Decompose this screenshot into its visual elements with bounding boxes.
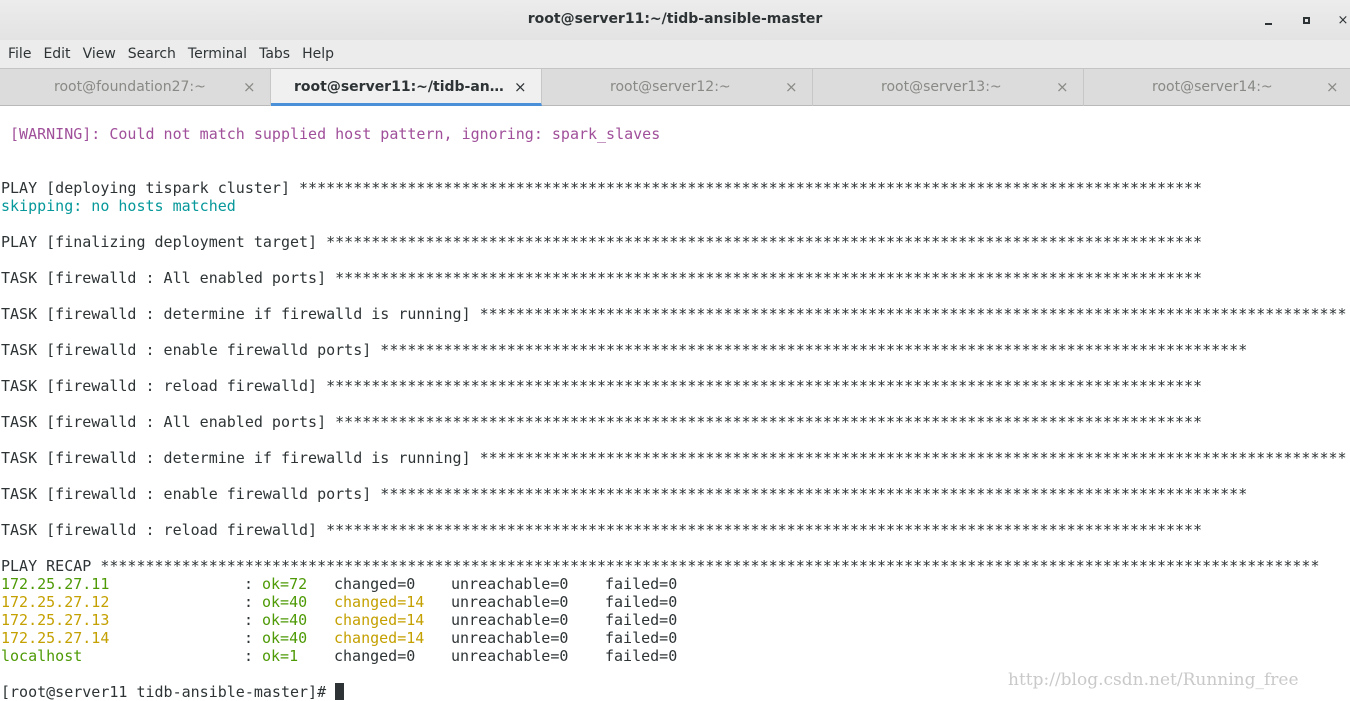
close-tab-icon[interactable]: × [1326, 78, 1339, 96]
recap-changed: changed=14 [334, 611, 425, 629]
recap-host: 172.25.27.11 [1, 575, 110, 593]
minimize-button[interactable] [1258, 10, 1278, 30]
recap-changed: changed=0 [334, 575, 416, 593]
recap-unreachable: unreachable=0 [451, 575, 569, 593]
menu-view[interactable]: View [77, 40, 122, 68]
menu-help[interactable]: Help [296, 40, 340, 68]
tab-bar: root@foundation27:~ × root@server11:~/ti… [0, 68, 1350, 106]
recap-host: 172.25.27.12 [1, 593, 110, 611]
task-line: TASK [firewalld : determine if firewalld… [1, 305, 1347, 323]
close-icon: × [1337, 12, 1349, 28]
menu-tabs[interactable]: Tabs [253, 40, 296, 68]
recap-failed: failed=0 [605, 647, 678, 665]
skipping-line: skipping: no hosts matched [1, 197, 236, 215]
recap-sep: : [244, 593, 263, 611]
recap-header: PLAY RECAP *****************************… [1, 557, 1320, 575]
recap-unreachable: unreachable=0 [451, 647, 569, 665]
recap-ok: ok=40 [262, 611, 308, 629]
shell-prompt-line[interactable]: [root@server11 tidb-ansible-master]# [1, 683, 345, 701]
play-line: PLAY [deploying tispark cluster] *******… [1, 179, 1203, 197]
recap-sep: : [244, 629, 263, 647]
maximize-icon [1302, 16, 1310, 24]
recap-host: 172.25.27.14 [1, 629, 110, 647]
tab-label: root@foundation27:~ [54, 79, 206, 95]
text-cursor [335, 683, 345, 700]
menu-search[interactable]: Search [122, 40, 182, 68]
tab-server11[interactable]: root@server11:~/tidb-ansibl… × [271, 69, 542, 106]
recap-host: 172.25.27.13 [1, 611, 110, 629]
tab-label: root@server11:~/tidb-ansibl… [294, 79, 506, 95]
menu-edit[interactable]: Edit [37, 40, 76, 68]
recap-failed: failed=0 [605, 611, 678, 629]
tab-label: root@server14:~ [1152, 79, 1273, 95]
tab-foundation27[interactable]: root@foundation27:~ × [0, 69, 271, 106]
close-tab-icon[interactable]: × [514, 78, 527, 96]
tab-label: root@server12:~ [610, 79, 731, 95]
recap-changed: changed=14 [334, 629, 425, 647]
close-window-button[interactable]: × [1333, 10, 1350, 30]
recap-failed: failed=0 [605, 593, 678, 611]
recap-failed: failed=0 [605, 575, 678, 593]
minimize-icon [1264, 23, 1272, 25]
task-line: TASK [firewalld : reload firewalld] ****… [1, 377, 1203, 395]
close-tab-icon[interactable]: × [785, 78, 798, 96]
recap-unreachable: unreachable=0 [451, 611, 569, 629]
task-line: TASK [firewalld : enable firewalld ports… [1, 485, 1248, 503]
recap-ok: ok=1 [262, 647, 299, 665]
task-line: TASK [firewalld : reload firewalld] ****… [1, 521, 1203, 539]
close-tab-icon[interactable]: × [1056, 78, 1069, 96]
watermark: http://blog.csdn.net/Running_free [1008, 670, 1299, 690]
warning-line: [WARNING]: Could not match supplied host… [1, 125, 661, 143]
task-line: TASK [firewalld : All enabled ports] ***… [1, 269, 1203, 287]
task-line: TASK [firewalld : determine if firewalld… [1, 449, 1347, 467]
tab-server12[interactable]: root@server12:~ × [542, 69, 813, 106]
window-title: root@server11:~/tidb-ansible-master [527, 11, 823, 27]
menu-terminal[interactable]: Terminal [182, 40, 253, 68]
close-tab-icon[interactable]: × [243, 78, 256, 96]
tab-server13[interactable]: root@server13:~ × [813, 69, 1084, 106]
menu-bar: File Edit View Search Terminal Tabs Help [0, 40, 1350, 68]
window-titlebar[interactable]: root@server11:~/tidb-ansible-master × [0, 0, 1350, 40]
recap-ok: ok=40 [262, 593, 308, 611]
recap-unreachable: unreachable=0 [451, 593, 569, 611]
menu-file[interactable]: File [2, 40, 37, 68]
recap-changed: changed=0 [334, 647, 416, 665]
recap-sep: : [244, 647, 263, 665]
recap-host: localhost [1, 647, 83, 665]
terminal-area[interactable]: [WARNING]: Could not match supplied host… [0, 106, 1350, 701]
task-line: TASK [firewalld : All enabled ports] ***… [1, 413, 1203, 431]
tab-label: root@server13:~ [881, 79, 1002, 95]
recap-sep: : [244, 611, 263, 629]
maximize-button[interactable] [1296, 10, 1316, 30]
shell-prompt: [root@server11 tidb-ansible-master]# [1, 683, 336, 701]
recap-ok: ok=40 [262, 629, 308, 647]
play-line: PLAY [finalizing deployment target] ****… [1, 233, 1203, 251]
recap-failed: failed=0 [605, 629, 678, 647]
recap-sep: : [244, 575, 263, 593]
recap-ok: ok=72 [262, 575, 308, 593]
task-line: TASK [firewalld : enable firewalld ports… [1, 341, 1248, 359]
recap-changed: changed=14 [334, 593, 425, 611]
recap-unreachable: unreachable=0 [451, 629, 569, 647]
tab-server14[interactable]: root@server14:~ × [1084, 69, 1350, 106]
